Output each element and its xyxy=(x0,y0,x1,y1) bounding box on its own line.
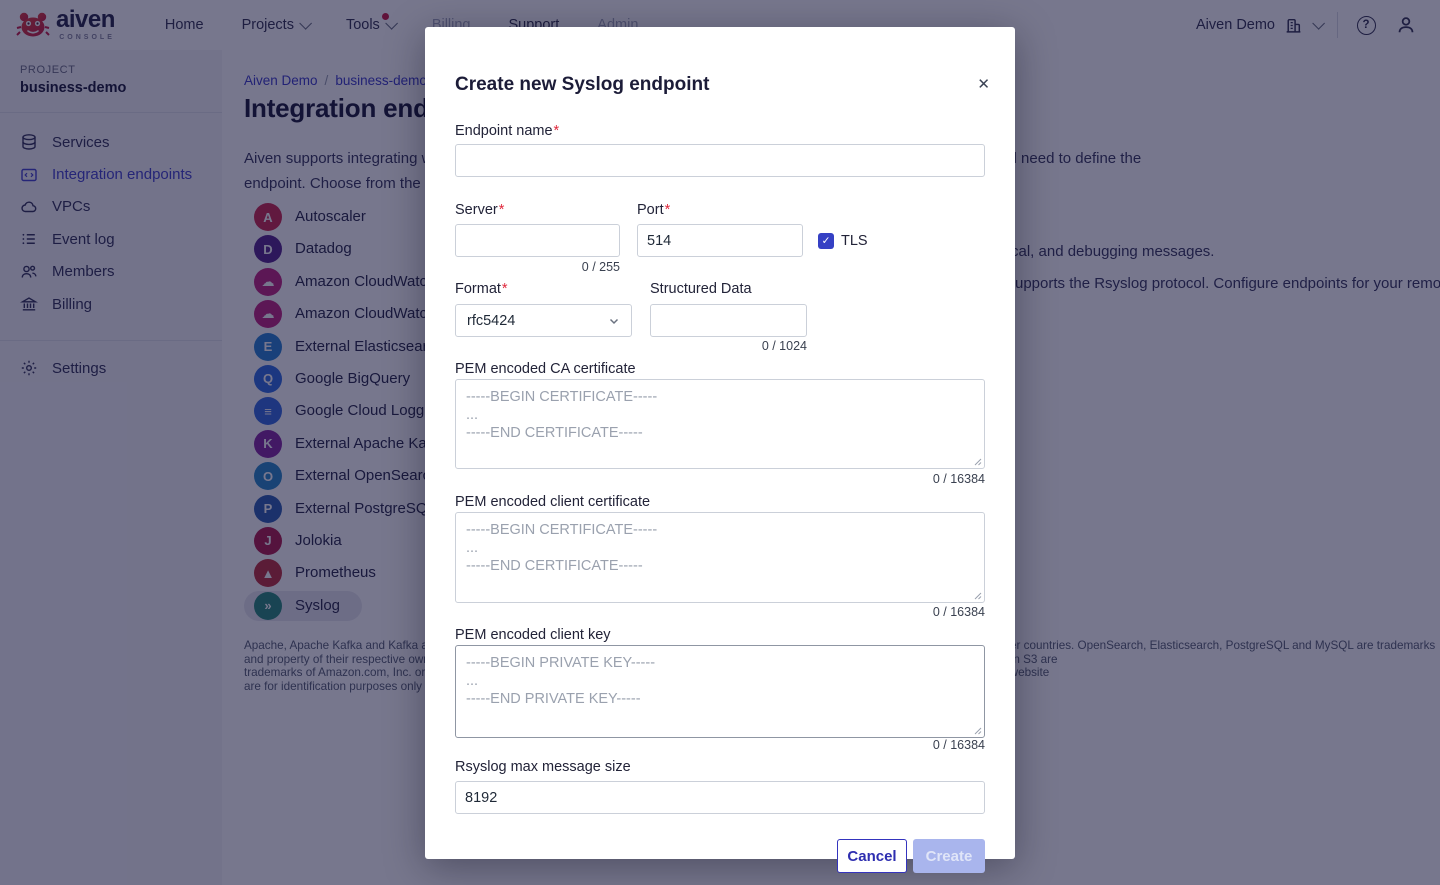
structured-data-counter: 0 / 1024 xyxy=(650,339,807,353)
client-certificate-textarea[interactable]: -----BEGIN CERTIFICATE----- ... -----END… xyxy=(455,512,985,603)
chevron-down-icon xyxy=(608,315,620,327)
format-select[interactable]: rfc5424 xyxy=(455,304,632,337)
cancel-button[interactable]: Cancel xyxy=(837,839,907,873)
tls-checkbox[interactable] xyxy=(818,233,834,249)
format-label: Format xyxy=(455,281,508,297)
ca-certificate-counter: 0 / 16384 xyxy=(455,472,985,486)
structured-data-input[interactable] xyxy=(650,304,807,337)
resize-grip-icon[interactable] xyxy=(973,457,982,466)
client-key-textarea[interactable]: -----BEGIN PRIVATE KEY----- ... -----END… xyxy=(455,645,985,738)
endpoint-name-input[interactable] xyxy=(455,144,985,177)
resize-grip-icon[interactable] xyxy=(973,726,982,735)
create-syslog-endpoint-modal: Create new Syslog endpoint ✕ Endpoint na… xyxy=(425,27,1015,859)
server-counter: 0 / 255 xyxy=(455,260,620,274)
max-message-size-input[interactable] xyxy=(455,781,985,814)
format-value: rfc5424 xyxy=(467,313,515,329)
max-message-size-label: Rsyslog max message size xyxy=(455,759,631,775)
endpoint-name-label: Endpoint name xyxy=(455,123,559,139)
server-input[interactable] xyxy=(455,224,620,257)
client-key-label: PEM encoded client key xyxy=(455,627,611,643)
ca-certificate-textarea[interactable]: -----BEGIN CERTIFICATE----- ... -----END… xyxy=(455,379,985,469)
client-certificate-counter: 0 / 16384 xyxy=(455,605,985,619)
tls-label: TLS xyxy=(841,233,868,249)
structured-data-label: Structured Data xyxy=(650,281,752,297)
close-icon[interactable]: ✕ xyxy=(977,77,990,92)
ca-certificate-label: PEM encoded CA certificate xyxy=(455,361,636,377)
port-input[interactable] xyxy=(637,224,803,257)
client-certificate-label: PEM encoded client certificate xyxy=(455,494,650,510)
client-key-counter: 0 / 16384 xyxy=(455,738,985,752)
port-label: Port xyxy=(637,202,670,218)
create-button[interactable]: Create xyxy=(913,839,985,873)
modal-title: Create new Syslog endpoint xyxy=(455,74,709,96)
server-label: Server xyxy=(455,202,504,218)
resize-grip-icon[interactable] xyxy=(973,591,982,600)
